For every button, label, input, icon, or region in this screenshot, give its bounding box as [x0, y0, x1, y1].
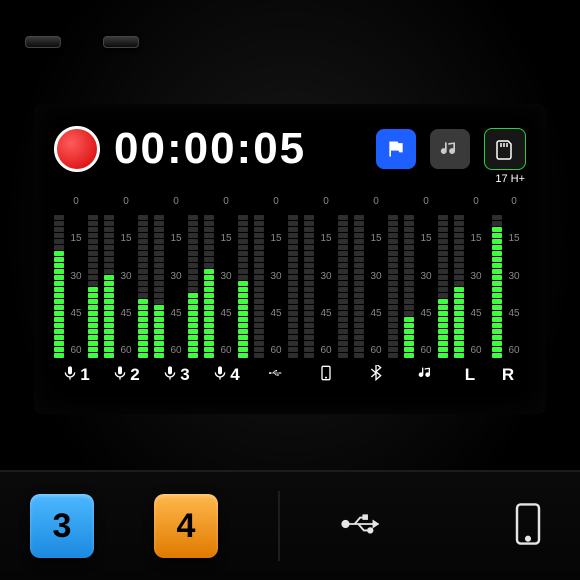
channel-ch4[interactable]: 015304560 4: [204, 194, 248, 386]
pad-4-button[interactable]: 4: [154, 494, 218, 558]
usb-port-label: [340, 502, 384, 551]
mic-icon: [62, 365, 78, 386]
usb-icon: [268, 365, 284, 386]
db-scale: 015304560: [466, 194, 486, 358]
top-knobs: [25, 36, 139, 48]
channel-outR[interactable]: 015304560 R: [492, 194, 524, 386]
channel-ch2[interactable]: 015304560 2: [104, 194, 148, 386]
channel-mobile[interactable]: 015304560: [304, 194, 348, 386]
touchscreen[interactable]: 00:00:05 17 H+ 0153045601015304560201530…: [34, 104, 546, 414]
channel-label: [268, 364, 284, 386]
pad-3-button[interactable]: 3: [30, 494, 94, 558]
channel-soundpad[interactable]: 015304560: [404, 194, 448, 386]
soundpad-button[interactable]: [430, 129, 470, 169]
channel-label: 1: [62, 364, 89, 386]
music-icon: [418, 365, 434, 386]
channel-usb[interactable]: 015304560: [254, 194, 298, 386]
channel-bt[interactable]: 015304560: [354, 194, 398, 386]
mic-icon: [112, 365, 128, 386]
device-frame: 00:00:05 17 H+ 0153045601015304560201530…: [0, 0, 580, 580]
music-icon: [440, 139, 460, 159]
meter-area: 015304560 1 015304560 2 015304560 3 015304560 4…: [54, 190, 526, 386]
record-button[interactable]: [54, 126, 100, 172]
mic-icon: [212, 365, 228, 386]
channel-label: [368, 364, 384, 386]
db-scale: 015304560: [66, 194, 86, 358]
channel-label: [318, 364, 334, 386]
timecode-display: 00:00:05: [114, 124, 306, 174]
usb-icon: [340, 502, 384, 546]
db-scale: 015304560: [504, 194, 524, 358]
db-scale: 015304560: [266, 194, 286, 358]
db-scale: 015304560: [416, 194, 436, 358]
channel-ch1[interactable]: 015304560 1: [54, 194, 98, 386]
knob[interactable]: [103, 36, 139, 48]
channel-label: 2: [112, 364, 139, 386]
channel-outL[interactable]: 015304560 L: [454, 194, 486, 386]
db-scale: 015304560: [166, 194, 186, 358]
marker-button[interactable]: [376, 129, 416, 169]
phone-icon: [506, 502, 550, 546]
flag-icon: [386, 139, 406, 159]
pad-label: 3: [53, 507, 72, 546]
storage-remaining: 17 H+: [495, 173, 525, 185]
mic-icon: [162, 365, 178, 386]
hardware-row: 3 4: [0, 470, 580, 580]
channel-label: [418, 364, 434, 386]
channel-label: 3: [162, 364, 189, 386]
channel-label: 4: [212, 364, 239, 386]
channel-label: L: [465, 364, 475, 386]
storage-button[interactable]: 17 H+: [484, 128, 526, 170]
bluetooth-icon: [368, 365, 384, 386]
channel-label: R: [502, 364, 514, 386]
channel-ch3[interactable]: 015304560 3: [154, 194, 198, 386]
status-row: 00:00:05 17 H+: [54, 124, 526, 174]
phone-icon: [318, 365, 334, 386]
db-scale: 015304560: [366, 194, 386, 358]
phone-port-label: [506, 502, 550, 551]
pad-label: 4: [177, 507, 196, 546]
db-scale: 015304560: [316, 194, 336, 358]
db-scale: 015304560: [116, 194, 136, 358]
sd-card-icon: [496, 138, 514, 160]
separator: [278, 491, 280, 561]
knob[interactable]: [25, 36, 61, 48]
db-scale: 015304560: [216, 194, 236, 358]
